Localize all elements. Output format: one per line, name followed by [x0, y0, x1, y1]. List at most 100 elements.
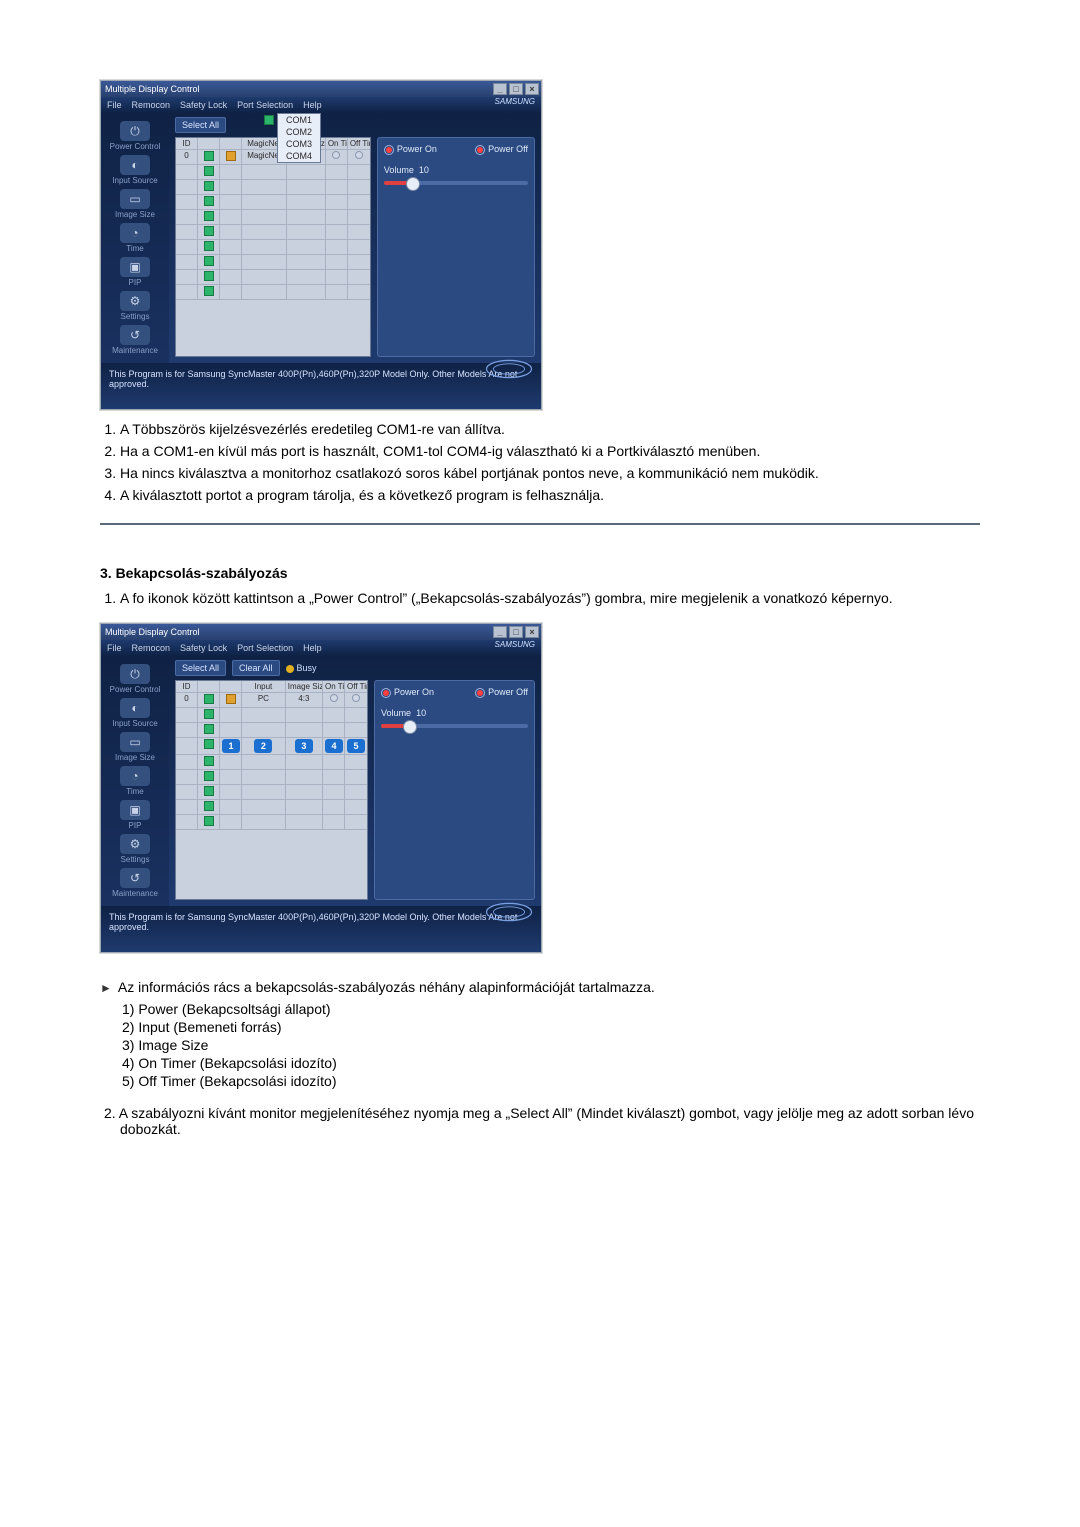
- table-row[interactable]: [176, 285, 370, 300]
- checkbox-icon[interactable]: [204, 694, 214, 704]
- table-row[interactable]: [176, 755, 367, 770]
- table-row[interactable]: [176, 225, 370, 240]
- sidebar-item-power-control[interactable]: ⏻ Power Control: [106, 121, 164, 151]
- sidebar-item-time[interactable]: ◔Time: [106, 766, 164, 796]
- table-row[interactable]: [176, 800, 367, 815]
- mdc-window: Multiple Display Control _ □ × File Remo…: [100, 80, 542, 410]
- table-row[interactable]: [176, 723, 367, 738]
- volume-slider[interactable]: [384, 181, 528, 185]
- close-icon[interactable]: ×: [525, 626, 539, 638]
- clear-all-button[interactable]: Clear All: [232, 660, 280, 676]
- minimize-icon[interactable]: _: [493, 83, 507, 95]
- sidebar-item-power-control[interactable]: ⏻Power Control: [106, 664, 164, 694]
- table-row[interactable]: 0 PC 4:3: [176, 693, 367, 708]
- table-row[interactable]: 0 MagicNet 16 : 9: [176, 150, 370, 165]
- sidebar-item-time[interactable]: ◔ Time: [106, 223, 164, 253]
- cell-chk[interactable]: [198, 150, 220, 164]
- footer-text: This Program is for Samsung SyncMaster 4…: [109, 369, 517, 389]
- maximize-icon[interactable]: □: [509, 626, 523, 638]
- slider-knob-icon[interactable]: [406, 177, 420, 191]
- checkbox-icon[interactable]: [204, 211, 214, 221]
- maintenance-icon: ↺: [130, 328, 140, 342]
- sidebar-item-maintenance[interactable]: ↺ Maintenance: [106, 325, 164, 355]
- menu-safety-lock[interactable]: Safety Lock: [180, 643, 227, 653]
- sidebar-item-settings[interactable]: ⚙Settings: [106, 834, 164, 864]
- power-off-radio[interactable]: Power Off: [475, 687, 528, 698]
- menu-help[interactable]: Help: [303, 643, 322, 653]
- checkbox-icon[interactable]: [204, 196, 214, 206]
- volume-slider[interactable]: [381, 724, 528, 728]
- table-row[interactable]: [176, 270, 370, 285]
- info-grid: ID MagicNet Image Size On Timer Off Time…: [175, 137, 371, 357]
- timer-off-icon: [332, 151, 340, 159]
- sidebar-item-image-size[interactable]: ▭ Image Size: [106, 189, 164, 219]
- dropdown-option[interactable]: COM4: [278, 150, 320, 162]
- menu-file[interactable]: File: [107, 100, 122, 110]
- cell-id: 0: [176, 693, 198, 707]
- checkbox-icon[interactable]: [204, 771, 214, 781]
- volume-value: 10: [416, 708, 426, 718]
- checkbox-icon[interactable]: [204, 816, 214, 826]
- power-off-radio[interactable]: Power Off: [475, 144, 528, 155]
- minimize-icon[interactable]: _: [493, 626, 507, 638]
- checkbox-icon[interactable]: [204, 724, 214, 734]
- section-divider: [100, 523, 980, 525]
- checkbox-icon[interactable]: [204, 786, 214, 796]
- menu-remocon[interactable]: Remocon: [132, 100, 171, 110]
- table-row[interactable]: [176, 195, 370, 210]
- callout-2-icon: 2: [254, 739, 272, 753]
- table-row[interactable]: [176, 165, 370, 180]
- port-selection-dropdown[interactable]: COM1 COM2 COM3 COM4: [277, 113, 321, 163]
- table-row[interactable]: [176, 708, 367, 723]
- table-row[interactable]: [176, 255, 370, 270]
- sidebar-item-input-source[interactable]: ◐ Input Source: [106, 155, 164, 185]
- checkbox-icon[interactable]: [204, 709, 214, 719]
- maximize-icon[interactable]: □: [509, 83, 523, 95]
- sidebar-item-image-size[interactable]: ▭Image Size: [106, 732, 164, 762]
- checkbox-icon[interactable]: [204, 151, 214, 161]
- menu-port-selection[interactable]: Port Selection: [237, 100, 293, 110]
- menu-remocon[interactable]: Remocon: [132, 643, 171, 653]
- gear-icon: ⚙: [130, 837, 141, 851]
- checkbox-icon[interactable]: [204, 166, 214, 176]
- sidebar-item-label: Input Source: [112, 176, 157, 185]
- checkbox-icon[interactable]: [204, 286, 214, 296]
- checkbox-icon[interactable]: [204, 271, 214, 281]
- control-panel: Power On Power Off Volume 10: [374, 680, 535, 900]
- table-row[interactable]: [176, 210, 370, 225]
- menu-safety-lock[interactable]: Safety Lock: [180, 100, 227, 110]
- checkbox-icon[interactable]: [204, 256, 214, 266]
- checkbox-icon[interactable]: [204, 181, 214, 191]
- slider-knob-icon[interactable]: [403, 720, 417, 734]
- sidebar-item-pip[interactable]: ▣ PIP: [106, 257, 164, 287]
- select-all-button[interactable]: Select All: [175, 117, 226, 133]
- dropdown-option[interactable]: COM2: [278, 126, 320, 138]
- sidebar-item-settings[interactable]: ⚙ Settings: [106, 291, 164, 321]
- grid-body: 0 PC 4:3: [176, 693, 367, 899]
- close-icon[interactable]: ×: [525, 83, 539, 95]
- checkbox-icon[interactable]: [204, 241, 214, 251]
- cell-image-size: 4:3: [286, 693, 323, 707]
- table-row[interactable]: [176, 815, 367, 830]
- power-on-radio[interactable]: Power On: [381, 687, 434, 698]
- checkbox-icon[interactable]: [204, 226, 214, 236]
- table-row[interactable]: [176, 240, 370, 255]
- menu-help[interactable]: Help: [303, 100, 322, 110]
- select-all-button[interactable]: Select All: [175, 660, 226, 676]
- menu-port-selection[interactable]: Port Selection: [237, 643, 293, 653]
- checkbox-icon[interactable]: [204, 756, 214, 766]
- power-on-radio[interactable]: Power On: [384, 144, 437, 155]
- dropdown-option[interactable]: COM3: [278, 138, 320, 150]
- grid-body: 0 MagicNet 16 : 9: [176, 150, 370, 356]
- checkbox-icon[interactable]: [204, 801, 214, 811]
- checkbox-icon[interactable]: [204, 739, 214, 749]
- menu-file[interactable]: File: [107, 643, 122, 653]
- sidebar-item-maintenance[interactable]: ↺Maintenance: [106, 868, 164, 898]
- sidebar-item-input-source[interactable]: ◐Input Source: [106, 698, 164, 728]
- table-row[interactable]: [176, 785, 367, 800]
- sidebar-item-pip[interactable]: ▣PIP: [106, 800, 164, 830]
- dropdown-option[interactable]: COM1: [286, 115, 312, 125]
- table-row[interactable]: [176, 770, 367, 785]
- sidebar-item-label: Maintenance: [112, 889, 158, 898]
- table-row[interactable]: [176, 180, 370, 195]
